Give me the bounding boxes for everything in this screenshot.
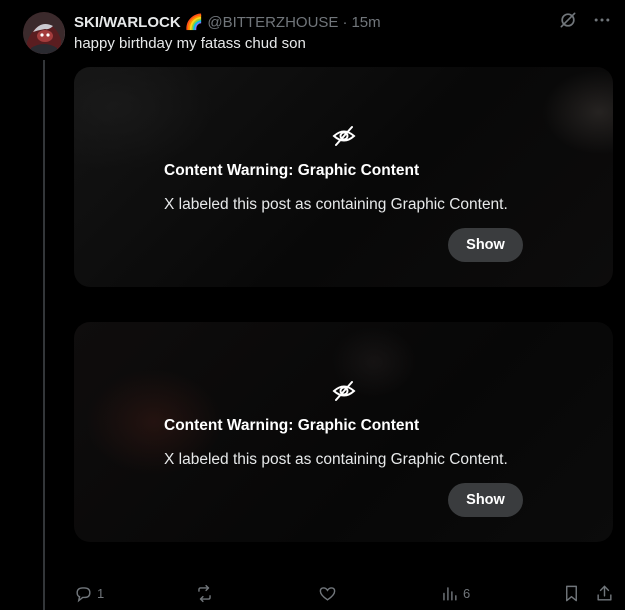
action-bar: 1 6	[74, 584, 615, 606]
post-header: SKI/WARLOCK 🌈 @BITTERZHOUSE · 15m	[74, 12, 381, 32]
content-warning-description: X labeled this post as containing Graphi…	[164, 196, 508, 213]
bookmark-icon	[562, 584, 581, 603]
handle[interactable]: @BITTERZHOUSE	[207, 14, 338, 31]
timestamp[interactable]: 15m	[351, 14, 380, 31]
eye-off-icon	[332, 379, 356, 403]
heart-icon	[318, 584, 337, 603]
display-name[interactable]: SKI/WARLOCK	[74, 14, 181, 31]
media-card-2[interactable]: Content Warning: Graphic Content X label…	[74, 322, 613, 542]
more-icon[interactable]	[592, 10, 612, 30]
avatar-image	[23, 12, 65, 54]
reply-button[interactable]: 1	[74, 584, 104, 603]
views-count: 6	[463, 586, 471, 601]
grok-icon[interactable]	[558, 10, 578, 30]
content-warning-description: X labeled this post as containing Graphi…	[164, 451, 508, 468]
separator-dot: ·	[342, 13, 348, 31]
name-emoji: 🌈	[184, 14, 204, 31]
eye-off-icon	[332, 124, 356, 148]
media-card-1[interactable]: Content Warning: Graphic Content X label…	[74, 67, 613, 287]
show-button[interactable]: Show	[448, 228, 523, 262]
retweet-button[interactable]	[195, 584, 218, 603]
views-icon	[440, 584, 459, 603]
reply-count: 1	[97, 586, 105, 601]
retweet-icon	[195, 584, 214, 603]
like-button[interactable]	[318, 584, 341, 603]
thread-line	[43, 60, 45, 610]
post-text: happy birthday my fatass chud son	[74, 35, 306, 52]
avatar[interactable]	[23, 12, 65, 54]
content-warning-title: Content Warning: Graphic Content	[164, 162, 420, 179]
bookmark-button[interactable]	[562, 584, 581, 603]
top-actions	[558, 10, 612, 30]
show-button[interactable]: Show	[448, 483, 523, 517]
share-icon	[595, 584, 614, 603]
reply-icon	[74, 584, 93, 603]
views-button[interactable]: 6	[440, 584, 470, 603]
content-warning-title: Content Warning: Graphic Content	[164, 417, 420, 434]
share-button[interactable]	[595, 584, 614, 603]
